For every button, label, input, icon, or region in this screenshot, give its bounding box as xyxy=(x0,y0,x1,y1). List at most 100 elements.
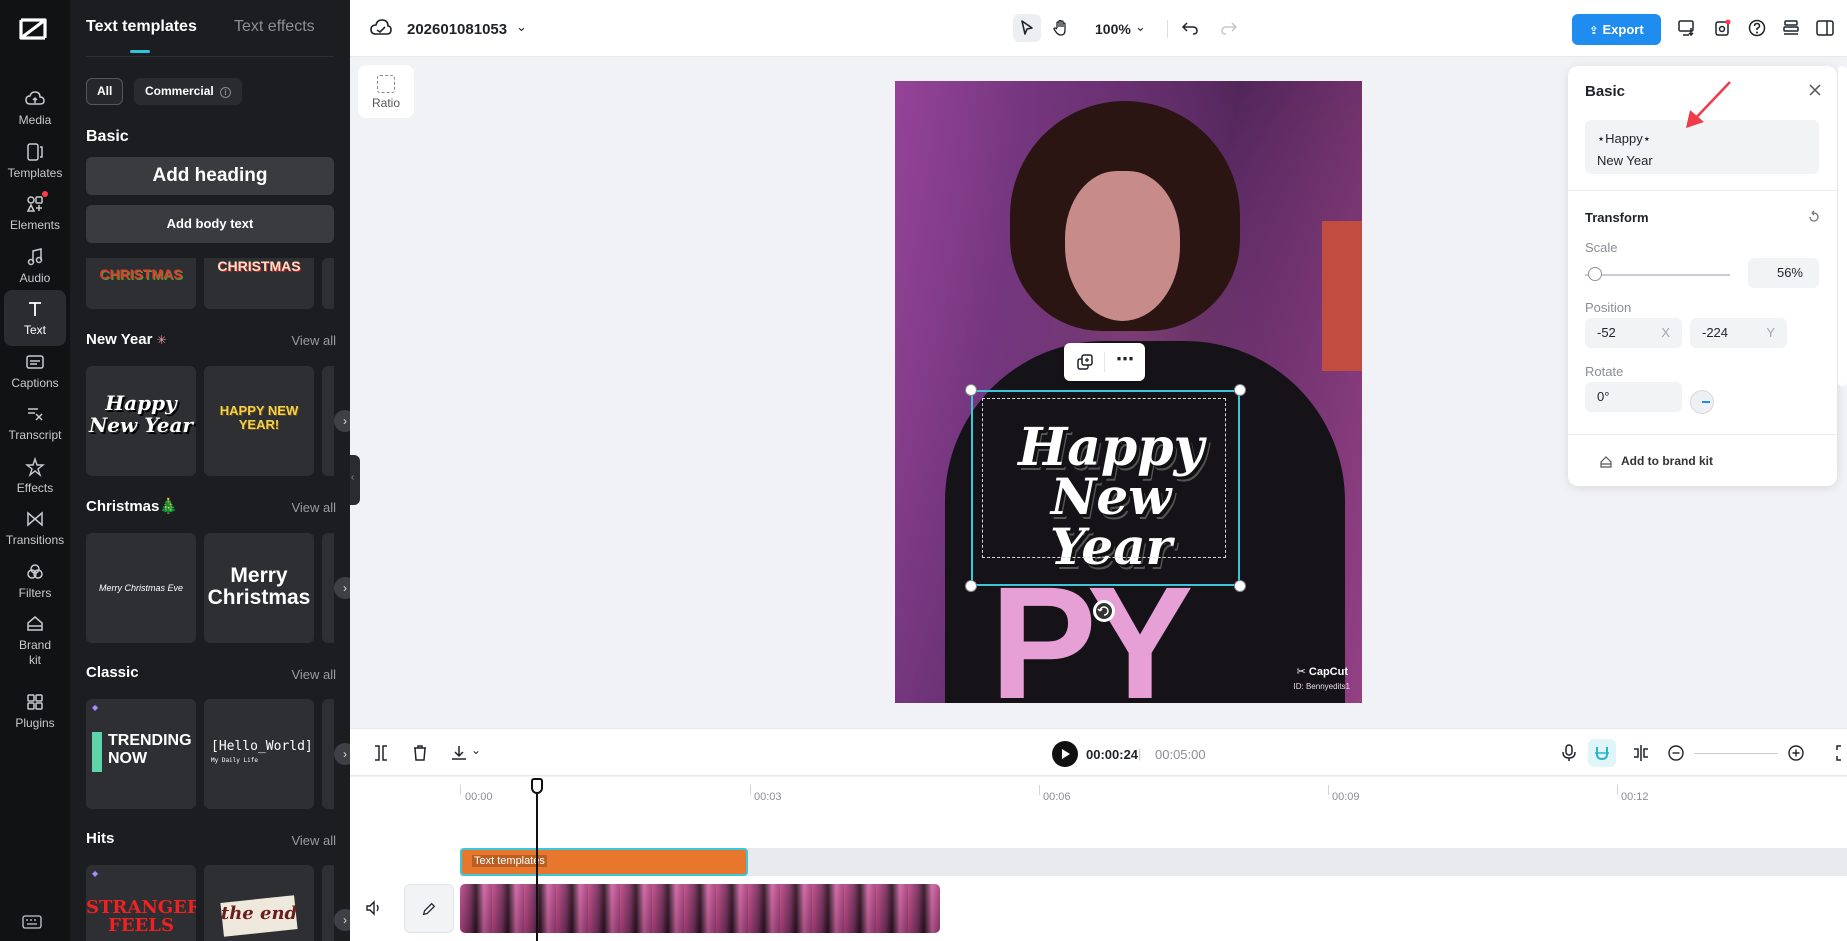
template-card-partial[interactable] xyxy=(322,699,334,809)
template-card[interactable]: [Hello_World] My Daily Life xyxy=(204,699,314,809)
template-card-partial[interactable] xyxy=(322,533,334,643)
chevron-down-icon[interactable]: ⌄ xyxy=(516,19,527,35)
resize-handle-tr[interactable] xyxy=(1234,384,1246,396)
more-icon[interactable]: ⋯ xyxy=(1116,349,1134,370)
resize-handle-tl[interactable] xyxy=(965,384,977,396)
close-icon[interactable] xyxy=(1807,82,1823,98)
download-icon[interactable] xyxy=(450,744,468,762)
scroll-right-button[interactable]: › xyxy=(334,410,350,432)
layers-button[interactable] xyxy=(1777,14,1805,42)
fullscreen-icon[interactable] xyxy=(1835,744,1847,762)
scale-slider-track[interactable] xyxy=(1585,274,1730,276)
text-template-clip[interactable]: Text templates xyxy=(460,848,748,876)
template-card[interactable]: Happy New Year xyxy=(86,366,196,476)
keyboard-icon[interactable] xyxy=(22,915,42,929)
template-card-partial[interactable] xyxy=(322,865,334,941)
template-card[interactable]: CHRISTMAS xyxy=(204,258,314,309)
view-all-classic[interactable]: View all xyxy=(291,667,336,682)
timeline-zoom-slider[interactable] xyxy=(1694,753,1778,754)
reset-icon[interactable] xyxy=(1807,210,1821,224)
rail-item-brand-kit[interactable]: Brand kit xyxy=(4,605,66,669)
zoom-level[interactable]: 100% xyxy=(1095,21,1131,37)
redo-button[interactable] xyxy=(1215,14,1243,42)
microphone-icon[interactable] xyxy=(1560,744,1578,762)
help-button[interactable] xyxy=(1743,14,1771,42)
rail-item-plugins[interactable]: Plugins xyxy=(4,683,66,739)
tab-text-templates[interactable]: Text templates xyxy=(86,18,197,36)
filter-chip-all[interactable]: All xyxy=(86,78,124,105)
edit-cover-button[interactable] xyxy=(404,884,454,933)
volume-icon[interactable] xyxy=(365,899,383,917)
resize-handle-br[interactable] xyxy=(1234,580,1246,592)
tab-text-effects[interactable]: Text effects xyxy=(234,18,315,36)
ratio-button[interactable]: Ratio xyxy=(358,65,414,118)
view-all-new-year[interactable]: View all xyxy=(291,333,336,348)
rail-item-templates[interactable]: Templates xyxy=(4,133,66,189)
rotate-handle[interactable] xyxy=(1093,600,1115,622)
rotate-dial[interactable] xyxy=(1690,390,1714,414)
video-clip[interactable] xyxy=(460,884,940,933)
scale-input[interactable]: 56% xyxy=(1748,258,1819,288)
view-all-hits[interactable]: View all xyxy=(291,833,336,848)
template-card-partial[interactable] xyxy=(322,258,334,309)
selection-box[interactable] xyxy=(971,390,1240,586)
export-button[interactable]: ⇪ Export xyxy=(1572,14,1661,45)
template-card[interactable]: ◆ STRANGER FEELS xyxy=(86,865,196,941)
delete-icon[interactable] xyxy=(411,744,429,762)
scroll-right-button[interactable]: › xyxy=(334,577,350,599)
panel-collapse-handle[interactable]: ‹ xyxy=(350,455,360,505)
rail-item-text[interactable]: Text xyxy=(4,290,66,346)
chevron-down-icon[interactable]: ⌄ xyxy=(471,743,481,757)
rail-item-filters[interactable]: Filters xyxy=(4,553,66,609)
template-card[interactable]: the end xyxy=(204,865,314,941)
template-card[interactable]: HAPPY NEW YEAR! xyxy=(204,366,314,476)
filter-chip-commercial[interactable]: Commercial i xyxy=(134,78,243,105)
scale-slider-knob[interactable] xyxy=(1588,267,1602,281)
rail-item-captions[interactable]: Captions xyxy=(4,343,66,399)
play-button[interactable] xyxy=(1052,741,1078,767)
playhead-grip[interactable] xyxy=(531,778,543,794)
playhead[interactable] xyxy=(536,778,538,941)
chevron-down-icon[interactable]: ⌄ xyxy=(1135,19,1146,35)
split-icon[interactable] xyxy=(372,744,390,762)
undo-button[interactable] xyxy=(1176,14,1204,42)
rail-item-label: Transcript xyxy=(8,428,62,442)
zoom-in-icon[interactable] xyxy=(1787,744,1805,762)
hand-tool-button[interactable] xyxy=(1047,14,1075,42)
duplicate-icon[interactable] xyxy=(1076,353,1094,371)
view-all-christmas[interactable]: View all xyxy=(291,500,336,515)
select-tool-button[interactable] xyxy=(1013,14,1041,42)
position-x-input[interactable]: -52 X xyxy=(1585,318,1682,348)
zoom-out-icon[interactable] xyxy=(1667,744,1685,762)
present-button[interactable] xyxy=(1673,14,1701,42)
scroll-right-button[interactable]: › xyxy=(334,743,350,765)
magnet-snap-button[interactable] xyxy=(1588,739,1616,767)
cloud-sync-icon[interactable] xyxy=(370,19,392,37)
add-to-brand-kit-link[interactable]: Add to brand kit xyxy=(1621,454,1713,468)
toggle-panel-button[interactable] xyxy=(1811,14,1839,42)
rail-item-effects[interactable]: Effects xyxy=(4,448,66,504)
template-card[interactable]: CHRISTMAS xyxy=(86,258,196,309)
add-heading-button[interactable]: Add heading xyxy=(86,157,334,195)
rail-item-media[interactable]: Media xyxy=(4,80,66,136)
scroll-right-button[interactable]: › xyxy=(334,909,350,931)
divider xyxy=(1568,190,1837,191)
rail-item-elements[interactable]: Elements xyxy=(4,185,66,241)
rail-item-transitions[interactable]: Transitions xyxy=(4,500,66,556)
chevron-left-icon: ‹ xyxy=(351,472,355,483)
rail-item-transcript[interactable]: Transcript xyxy=(4,395,66,451)
project-name[interactable]: 202601081053 xyxy=(407,21,507,38)
resize-handle-bl[interactable] xyxy=(965,580,977,592)
template-card-partial[interactable] xyxy=(322,366,334,476)
template-card[interactable]: Merry Christmas xyxy=(204,533,314,643)
notifications-button[interactable] xyxy=(1708,14,1736,42)
rotate-value: 0° xyxy=(1597,389,1610,404)
template-card[interactable]: Merry Christmas Eve xyxy=(86,533,196,643)
rail-item-audio[interactable]: Audio xyxy=(4,238,66,294)
position-y-input[interactable]: -224 Y xyxy=(1690,318,1787,348)
add-body-text-button[interactable]: Add body text xyxy=(86,205,334,243)
properties-panel: Basic ⋆Happy⋆ New Year Transform Scale 5… xyxy=(1568,66,1837,486)
split-screen-icon[interactable] xyxy=(1632,744,1650,762)
rotate-input[interactable]: 0° xyxy=(1585,382,1682,412)
template-card[interactable]: ◆ TRENDING NOW xyxy=(86,699,196,809)
